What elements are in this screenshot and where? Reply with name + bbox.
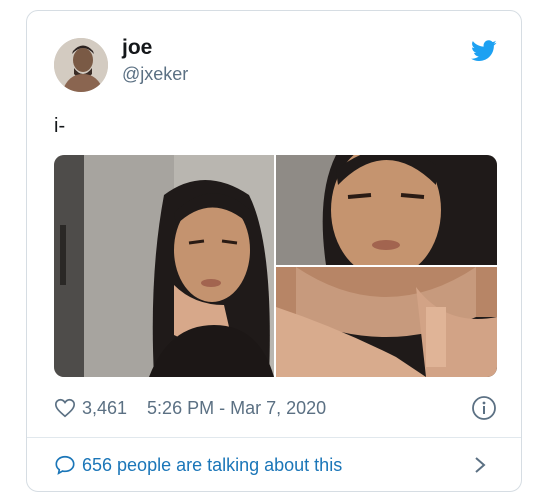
- twitter-bird-icon[interactable]: [471, 40, 497, 62]
- avatar[interactable]: [54, 38, 108, 92]
- media-image-2[interactable]: [276, 155, 497, 265]
- tweet-card[interactable]: joe @jxeker i- 3,461 5:26 PM - Mar 7, 20…: [26, 10, 522, 492]
- username[interactable]: @jxeker: [122, 64, 188, 85]
- avatar-photo: [54, 38, 108, 92]
- speech-bubble-icon: [55, 455, 75, 475]
- tweet-text: i-: [54, 115, 66, 137]
- timestamp[interactable]: 5:26 PM - Mar 7, 2020: [147, 398, 326, 419]
- tweet-meta: 3,461 5:26 PM - Mar 7, 2020: [54, 395, 497, 421]
- info-icon[interactable]: [471, 395, 497, 421]
- heart-icon[interactable]: [54, 397, 76, 419]
- divider: [27, 437, 521, 438]
- chevron-right-icon[interactable]: [473, 455, 487, 475]
- conversation-link[interactable]: 656 people are talking about this: [54, 452, 497, 478]
- display-name[interactable]: joe: [122, 36, 152, 60]
- talking-count-text[interactable]: 656 people are talking about this: [82, 455, 342, 476]
- media-image-1[interactable]: [54, 155, 274, 377]
- like-count[interactable]: 3,461: [82, 398, 127, 419]
- media-grid: [54, 155, 497, 377]
- media-image-3[interactable]: [276, 267, 497, 377]
